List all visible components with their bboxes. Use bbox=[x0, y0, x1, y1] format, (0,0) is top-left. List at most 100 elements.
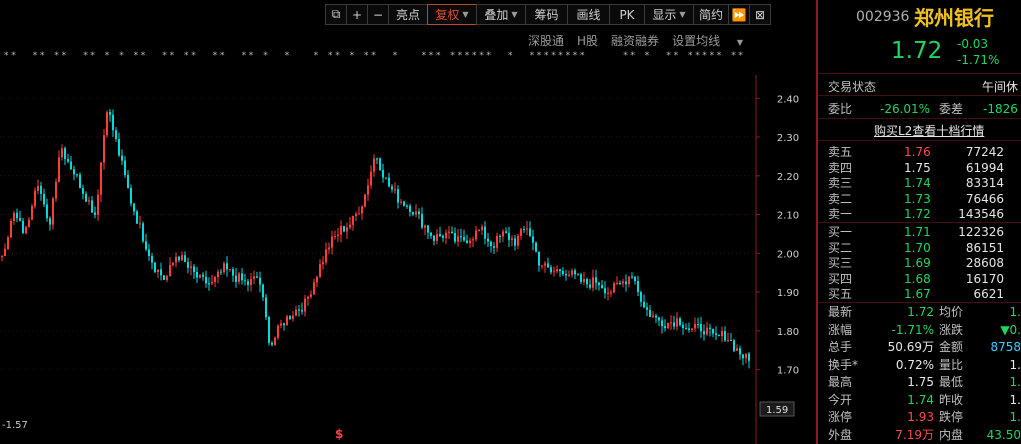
link-hk-connect[interactable]: 深股通 bbox=[528, 32, 564, 49]
candle-body bbox=[220, 271, 222, 273]
event-marker[interactable]: * bbox=[530, 51, 535, 61]
event-marker[interactable]: * bbox=[674, 51, 679, 61]
event-marker[interactable]: * bbox=[710, 51, 715, 61]
kline-chart[interactable]: * * * * * * * * * * * * * * * * * * * * * * * * * * * * * * * * * * * * * * * *… bbox=[0, 0, 816, 444]
event-marker[interactable]: * bbox=[249, 51, 254, 61]
ask-row[interactable]: 卖二 1.73 76466 bbox=[818, 191, 1021, 207]
event-marker[interactable]: * bbox=[623, 51, 628, 61]
l2-upgrade-link[interactable]: 购买L2查看十档行情 bbox=[874, 123, 984, 139]
candle-body bbox=[715, 333, 717, 336]
event-marker[interactable]: * bbox=[119, 51, 124, 61]
bid-row[interactable]: 买四 1.68 16170 bbox=[818, 271, 1021, 287]
event-marker[interactable]: * bbox=[566, 51, 571, 61]
event-marker[interactable]: * bbox=[537, 51, 542, 61]
event-marker[interactable]: * bbox=[162, 51, 167, 61]
bid-row[interactable]: 买一 1.71 122326 bbox=[818, 224, 1021, 240]
event-marker[interactable]: * bbox=[436, 51, 441, 61]
event-marker[interactable]: * bbox=[105, 51, 110, 61]
stat-value: 50.69万 bbox=[887, 340, 934, 354]
event-marker[interactable]: * bbox=[702, 51, 707, 61]
bid-row[interactable]: 买五 1.67 6621 bbox=[818, 286, 1021, 302]
overlay-button[interactable]: 叠加 ▼ bbox=[476, 4, 526, 25]
event-marker[interactable]: * bbox=[134, 51, 139, 61]
candle-body bbox=[277, 325, 279, 338]
ask-row[interactable]: 卖三 1.74 83314 bbox=[818, 175, 1021, 191]
event-marker[interactable]: * bbox=[314, 51, 319, 61]
pk-button[interactable]: PK bbox=[609, 4, 645, 25]
event-marker[interactable]: * bbox=[472, 51, 477, 61]
event-marker[interactable]: * bbox=[54, 51, 59, 61]
ask-row[interactable]: 卖五 1.76 77242 bbox=[818, 144, 1021, 160]
event-marker[interactable]: * bbox=[731, 51, 736, 61]
draw-button[interactable]: 画线 bbox=[567, 4, 610, 25]
event-marker[interactable]: * bbox=[191, 51, 196, 61]
event-marker[interactable]: * bbox=[350, 51, 355, 61]
event-marker[interactable]: * bbox=[285, 51, 290, 61]
event-marker[interactable]: * bbox=[645, 51, 650, 61]
event-marker[interactable]: * bbox=[666, 51, 671, 61]
event-marker[interactable]: * bbox=[4, 51, 9, 61]
candle-body bbox=[184, 255, 186, 262]
event-marker[interactable]: * bbox=[458, 51, 463, 61]
chips-button[interactable]: 筹码 bbox=[525, 4, 568, 25]
event-marker[interactable]: * bbox=[11, 51, 16, 61]
event-marker[interactable]: * bbox=[263, 51, 268, 61]
event-marker[interactable]: * bbox=[486, 51, 491, 61]
event-marker[interactable]: * bbox=[328, 51, 333, 61]
candle-body bbox=[319, 264, 321, 277]
event-marker[interactable]: * bbox=[479, 51, 484, 61]
ask-row[interactable]: 卖一 1.72 143546 bbox=[818, 206, 1021, 222]
ask-label: 卖一 bbox=[828, 207, 853, 221]
event-marker[interactable]: * bbox=[90, 51, 95, 61]
event-marker[interactable]: * bbox=[220, 51, 225, 61]
event-marker[interactable]: * bbox=[465, 51, 470, 61]
zoom-in-icon[interactable]: + bbox=[346, 4, 368, 25]
ask-row[interactable]: 卖四 1.75 61994 bbox=[818, 160, 1021, 176]
event-marker[interactable]: * bbox=[184, 51, 189, 61]
bid-ratio-label: 委比 bbox=[828, 102, 853, 116]
event-marker[interactable]: * bbox=[141, 51, 146, 61]
link-margin[interactable]: 融资融券 bbox=[611, 32, 659, 49]
event-marker[interactable]: * bbox=[393, 51, 398, 61]
event-marker[interactable]: * bbox=[242, 51, 247, 61]
event-marker[interactable]: * bbox=[83, 51, 88, 61]
close-icon[interactable]: ⊠ bbox=[749, 4, 771, 25]
event-marker[interactable]: * bbox=[630, 51, 635, 61]
event-marker[interactable]: * bbox=[371, 51, 376, 61]
event-marker[interactable]: * bbox=[580, 51, 585, 61]
bid-row[interactable]: 买二 1.70 86151 bbox=[818, 240, 1021, 256]
event-marker[interactable]: * bbox=[364, 51, 369, 61]
event-marker[interactable]: * bbox=[170, 51, 175, 61]
forward-icon[interactable]: ⏩ bbox=[728, 4, 750, 25]
event-marker[interactable]: * bbox=[62, 51, 67, 61]
event-marker[interactable]: * bbox=[450, 51, 455, 61]
event-marker[interactable]: * bbox=[551, 51, 556, 61]
event-marker[interactable]: * bbox=[544, 51, 549, 61]
simple-button[interactable]: 简约 bbox=[693, 4, 729, 25]
zoom-out-icon[interactable]: − bbox=[367, 4, 389, 25]
event-marker[interactable]: * bbox=[40, 51, 45, 61]
event-marker[interactable]: * bbox=[33, 51, 38, 61]
event-marker[interactable]: * bbox=[429, 51, 434, 61]
candle-body bbox=[364, 194, 366, 207]
event-marker[interactable]: * bbox=[558, 51, 563, 61]
candle-body bbox=[673, 322, 675, 327]
event-marker[interactable]: * bbox=[508, 51, 513, 61]
event-marker[interactable]: * bbox=[717, 51, 722, 61]
event-marker[interactable]: * bbox=[335, 51, 340, 61]
link-h-share[interactable]: H股 bbox=[577, 32, 598, 49]
candle-body bbox=[508, 232, 510, 240]
bid-row[interactable]: 买三 1.69 28608 bbox=[818, 255, 1021, 271]
event-marker[interactable]: * bbox=[688, 51, 693, 61]
copy-icon[interactable]: ⧉ bbox=[325, 4, 347, 25]
dividend-marker-icon[interactable]: $ bbox=[335, 427, 343, 441]
event-marker[interactable]: * bbox=[573, 51, 578, 61]
event-marker[interactable]: * bbox=[695, 51, 700, 61]
display-button[interactable]: 显示 ▼ bbox=[644, 4, 694, 25]
highlight-button[interactable]: 亮点 bbox=[388, 4, 428, 25]
event-marker[interactable]: * bbox=[213, 51, 218, 61]
link-ma-settings[interactable]: 设置均线 ▼ bbox=[672, 32, 756, 49]
event-marker[interactable]: * bbox=[738, 51, 743, 61]
event-marker[interactable]: * bbox=[422, 51, 427, 61]
adjust-button[interactable]: 复权 ▼ bbox=[427, 4, 477, 25]
